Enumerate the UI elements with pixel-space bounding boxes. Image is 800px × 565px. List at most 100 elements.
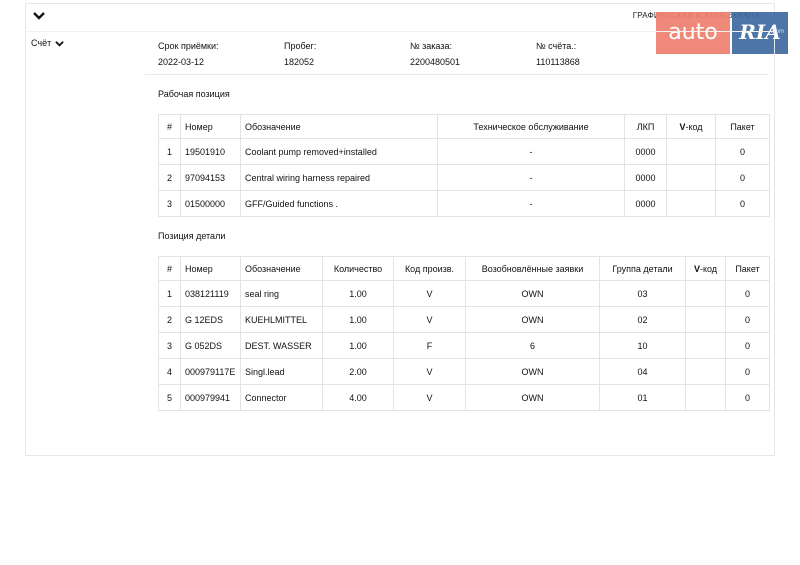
invoice-number-value: 110113868 xyxy=(536,57,580,67)
cell-renewed: OWN xyxy=(465,280,600,307)
work-positions-table: # Номер Обозначение Техническое обслужив… xyxy=(158,114,770,217)
cell-prod-code: V xyxy=(393,280,466,307)
col-num: # xyxy=(158,256,181,281)
cell-prod-code: V xyxy=(393,384,466,411)
col-num: # xyxy=(158,114,181,139)
cell-lkp: 0000 xyxy=(624,190,667,217)
cell-designation: Singl.lead xyxy=(240,358,323,385)
cell-num: 3 xyxy=(158,332,181,359)
cell-quantity: 1.00 xyxy=(322,280,394,307)
cell-number: G 052DS xyxy=(180,332,241,359)
cell-designation: Central wiring harness repaired xyxy=(240,164,438,191)
cell-num: 3 xyxy=(158,190,181,217)
col-service: Техническое обслуживание xyxy=(437,114,625,139)
table-row: 4 000979117E Singl.lead 2.00 V OWN 04 0 xyxy=(158,358,770,385)
cell-vcode xyxy=(685,384,726,411)
cell-designation: DEST. WASSER xyxy=(240,332,323,359)
cell-num: 5 xyxy=(158,384,181,411)
table-row: 3 01500000 GFF/Guided functions . - 0000… xyxy=(158,190,770,217)
cell-quantity: 1.00 xyxy=(322,306,394,333)
work-section-title: Рабочая позиция xyxy=(158,89,230,99)
cell-quantity: 1.00 xyxy=(322,332,394,359)
col-vcode: V-код xyxy=(666,114,716,139)
cell-num: 2 xyxy=(158,164,181,191)
cell-service: - xyxy=(437,190,625,217)
cell-group: 04 xyxy=(599,358,686,385)
cell-lkp: 0000 xyxy=(624,164,667,191)
col-lkp: ЛКП xyxy=(624,114,667,139)
table-row: 3 G 052DS DEST. WASSER 1.00 F 6 10 0 xyxy=(158,332,770,359)
col-prod-code: Код произв. xyxy=(393,256,466,281)
order-info-row: Срок приёмки: 2022-03-12 Пробег: 182052 … xyxy=(145,31,768,75)
cell-lkp: 0000 xyxy=(624,138,667,165)
acceptance-date: Срок приёмки: 2022-03-12 xyxy=(158,38,219,70)
mileage-value: 182052 xyxy=(284,57,315,67)
table-row: 5 000979941 Connector 4.00 V OWN 01 0 xyxy=(158,384,770,411)
cell-group: 03 xyxy=(599,280,686,307)
col-package: Пакет xyxy=(725,256,770,281)
cell-renewed: OWN xyxy=(465,384,600,411)
order-number-value: 2200480501 xyxy=(410,57,461,67)
table-header-row: # Номер Обозначение Техническое обслужив… xyxy=(158,114,770,139)
chevron-down-icon[interactable] xyxy=(32,9,46,23)
cell-prod-code: V xyxy=(393,306,466,333)
account-label: Счёт xyxy=(31,38,52,48)
cell-vcode xyxy=(666,190,716,217)
cell-number: 19501910 xyxy=(180,138,241,165)
cell-designation: KUEHLMITTEL xyxy=(240,306,323,333)
cell-number: 000979941 xyxy=(180,384,241,411)
cell-vcode xyxy=(685,280,726,307)
cell-num: 2 xyxy=(158,306,181,333)
cell-service: - xyxy=(437,138,625,165)
cell-vcode xyxy=(666,164,716,191)
cell-quantity: 4.00 xyxy=(322,384,394,411)
acceptance-date-label: Срок приёмки: xyxy=(158,41,219,51)
cell-package: 0 xyxy=(725,384,770,411)
cell-renewed: OWN xyxy=(465,358,600,385)
invoice-number-label: № счёта.: xyxy=(536,41,577,51)
cell-prod-code: V xyxy=(393,358,466,385)
cell-number: G 12EDS xyxy=(180,306,241,333)
cell-package: 0 xyxy=(725,306,770,333)
cell-quantity: 2.00 xyxy=(322,358,394,385)
account-toggle[interactable]: Счёт xyxy=(31,38,64,48)
table-row: 1 19501910 Coolant pump removed+installe… xyxy=(158,138,770,165)
cell-package: 0 xyxy=(725,358,770,385)
col-designation: Обозначение xyxy=(240,114,438,139)
cell-num: 4 xyxy=(158,358,181,385)
col-quantity: Количество xyxy=(322,256,394,281)
cell-group: 01 xyxy=(599,384,686,411)
cell-vcode xyxy=(685,358,726,385)
cell-number: 000979117E xyxy=(180,358,241,385)
mileage-label: Пробег: xyxy=(284,41,317,51)
cell-number: 01500000 xyxy=(180,190,241,217)
cell-group: 10 xyxy=(599,332,686,359)
cell-service: - xyxy=(437,164,625,191)
cell-renewed: 6 xyxy=(465,332,600,359)
cell-designation: seal ring xyxy=(240,280,323,307)
col-number: Номер xyxy=(180,114,241,139)
col-group: Группа детали xyxy=(599,256,686,281)
cell-package: 0 xyxy=(715,164,770,191)
cell-prod-code: F xyxy=(393,332,466,359)
parts-positions-table: # Номер Обозначение Количество Код произ… xyxy=(158,256,770,411)
cell-vcode xyxy=(685,306,726,333)
cell-designation: GFF/Guided functions . xyxy=(240,190,438,217)
cell-designation: Connector xyxy=(240,384,323,411)
cell-package: 0 xyxy=(715,190,770,217)
cell-num: 1 xyxy=(158,280,181,307)
cell-renewed: OWN xyxy=(465,306,600,333)
col-number: Номер xyxy=(180,256,241,281)
cell-number: 038121119 xyxy=(180,280,241,307)
col-designation: Обозначение xyxy=(240,256,323,281)
cell-package: 0 xyxy=(725,280,770,307)
cell-designation: Coolant pump removed+installed xyxy=(240,138,438,165)
cell-vcode xyxy=(685,332,726,359)
cell-package: 0 xyxy=(725,332,770,359)
cell-package: 0 xyxy=(715,138,770,165)
cell-group: 02 xyxy=(599,306,686,333)
col-vcode: V-код xyxy=(685,256,726,281)
invoice-number: № счёта.: 110113868 xyxy=(536,38,580,70)
cell-vcode xyxy=(666,138,716,165)
parts-section-title: Позиция детали xyxy=(158,231,226,241)
